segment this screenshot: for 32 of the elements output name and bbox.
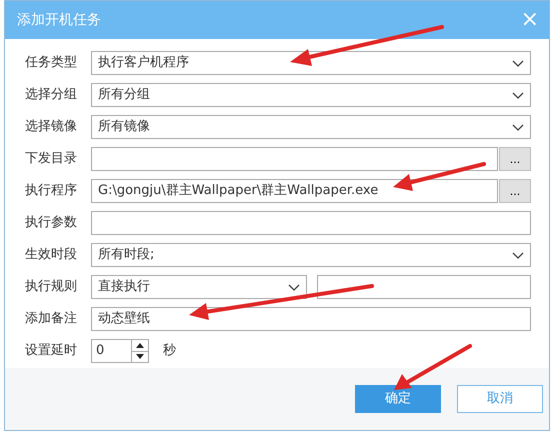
input-field[interactable] [91,147,498,171]
up-arrow-icon[interactable] [136,342,144,348]
dropdown[interactable]: 所有镜像 [91,115,531,139]
field-label: 执行程序 [25,182,78,200]
field-label: 设置延时 [25,342,78,360]
field-label: 生效时段 [25,246,78,264]
input-field[interactable] [317,275,531,299]
caret-icon [512,124,524,130]
spinner-field[interactable]: 0 [91,339,149,363]
field-label: 添加备注 [25,310,78,328]
field-label: 任务类型 [25,54,78,72]
field-label: 选择镜像 [25,118,78,136]
field-label: 选择分组 [25,86,78,104]
input-field[interactable]: G:\gongju\群主Wallpaper\群主Wallpaper.exe [91,179,498,203]
field-label: 执行规则 [25,278,78,296]
browse-button[interactable]: ... [499,179,531,203]
input-field[interactable] [91,211,531,235]
browse-button[interactable]: ... [499,147,531,171]
down-arrow-icon[interactable] [136,354,144,360]
unit-label: 秒 [163,342,176,360]
caret-icon [512,92,524,98]
caret-icon [288,284,300,290]
dropdown[interactable]: 执行客户机程序 [91,51,531,75]
input-field[interactable]: 动态壁纸 [91,307,531,331]
window-title: 添加开机任务 [17,10,101,30]
dropdown[interactable]: 所有时段; [91,243,531,267]
dropdown[interactable]: 直接执行 [91,275,307,299]
caret-icon [512,252,524,258]
caret-icon [512,60,524,66]
dropdown[interactable]: 所有分组 [91,83,531,107]
field-label: 下发目录 [25,150,78,168]
field-label: 执行参数 [25,214,78,232]
